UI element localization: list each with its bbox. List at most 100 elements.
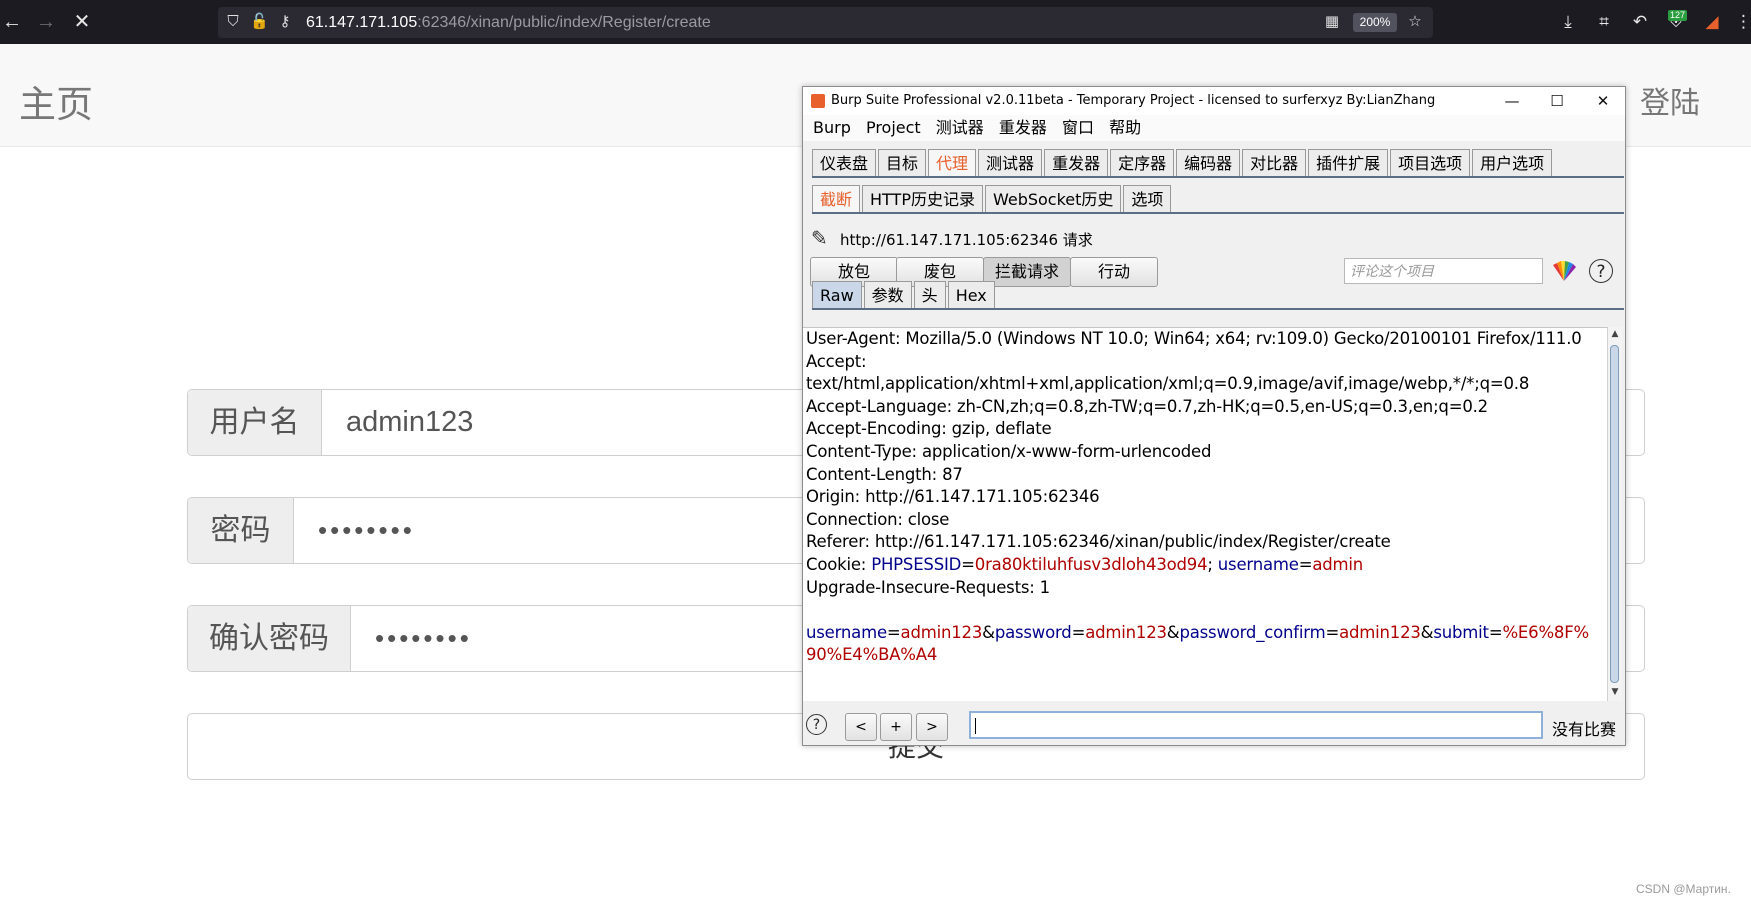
- match-count: 没有比赛: [1552, 720, 1617, 739]
- cookie-prefix: Cookie:: [806, 554, 872, 574]
- tab-dashboard[interactable]: 仪表盘: [812, 149, 877, 177]
- tab-headers[interactable]: 头: [913, 281, 946, 309]
- stop-loading-icon[interactable]: ✕: [70, 10, 94, 34]
- tab-project-options[interactable]: 项目选项: [1390, 149, 1471, 177]
- scroll-down-arrow-icon[interactable]: ▼: [1608, 687, 1622, 697]
- help-icon[interactable]: ?: [1589, 259, 1613, 283]
- main-tabs: 仪表盘 目标 代理 测试器 重发器 定序器 编码器 对比器 插件扩展 项目选项 …: [812, 149, 1554, 177]
- param-equals: =: [886, 622, 901, 642]
- download-icon[interactable]: ⤓: [1557, 11, 1579, 33]
- param-key: username: [806, 622, 887, 642]
- request-line: Accept:: [806, 351, 867, 371]
- request-line: Accept-Language: zh-CN,zh;q=0.8,zh-TW;q=…: [806, 396, 1488, 416]
- burp-suite-window: Burp Suite Professional v2.0.11beta - Te…: [802, 86, 1626, 746]
- request-line: text/html,application/xhtml+xml,applicat…: [806, 374, 1530, 394]
- share-back-icon[interactable]: ↶: [1629, 11, 1651, 33]
- menu-repeater[interactable]: 重发器: [999, 115, 1047, 141]
- param-value: %E6%8F%: [1502, 622, 1589, 642]
- search-bar: ? < + > 没有比赛: [803, 701, 1625, 745]
- crop-icon[interactable]: ⌗: [1593, 11, 1615, 33]
- highlight-color-icon[interactable]: [1551, 259, 1577, 283]
- message-view-tabs: Raw 参数 头 Hex: [812, 281, 997, 309]
- main-tabs-underline: [812, 176, 1624, 178]
- minimize-icon[interactable]: —: [1492, 89, 1532, 113]
- previous-match-button[interactable]: <: [845, 713, 877, 741]
- tab-proxy-options[interactable]: 选项: [1123, 185, 1172, 213]
- menu-window[interactable]: 窗口: [1062, 115, 1094, 141]
- param-value: admin123: [1085, 622, 1167, 642]
- param-equals: =: [1071, 622, 1086, 642]
- param-key: password: [994, 622, 1072, 642]
- tab-sequencer[interactable]: 定序器: [1110, 149, 1175, 177]
- scrollbar-thumb[interactable]: [1610, 345, 1619, 683]
- zoom-level-badge[interactable]: 200%: [1353, 13, 1397, 32]
- menu-intruder[interactable]: 测试器: [936, 115, 984, 141]
- param-equals: =: [1488, 622, 1503, 642]
- star-bookmark-icon[interactable]: ☆: [1406, 13, 1424, 31]
- lock-warning-icon[interactable]: 🔓: [250, 13, 269, 31]
- qr-code-icon[interactable]: ▦: [1323, 13, 1341, 31]
- editor-scrollbar[interactable]: ▲ ▼: [1607, 327, 1622, 701]
- burp-logo-icon: [811, 94, 825, 108]
- username-input[interactable]: admin123: [346, 390, 473, 455]
- tab-hex[interactable]: Hex: [947, 281, 995, 309]
- cookie-separator: ;: [1207, 554, 1218, 574]
- url-text[interactable]: 61.147.171.105:62346/xinan/public/index/…: [306, 13, 711, 32]
- key-icon[interactable]: ⚷: [276, 13, 294, 31]
- back-arrow-icon[interactable]: ←: [0, 10, 24, 34]
- burp-proxy-extension-icon[interactable]: ◢: [1701, 11, 1723, 33]
- more-extensions-icon[interactable]: ⋮: [1735, 11, 1751, 33]
- request-line: Connection: close: [806, 509, 950, 529]
- tab-http-history[interactable]: HTTP历史记录: [862, 185, 983, 213]
- confirm-password-input[interactable]: ••••••••: [375, 606, 472, 671]
- maximize-icon[interactable]: ☐: [1537, 89, 1577, 113]
- extension-badge: 127: [1668, 10, 1688, 21]
- tab-intercept[interactable]: 截断: [812, 185, 861, 213]
- request-line: User-Agent: Mozilla/5.0 (Windows NT 10.0…: [806, 329, 1582, 348]
- close-icon[interactable]: ✕: [1583, 89, 1623, 113]
- next-match-button[interactable]: >: [916, 713, 948, 741]
- param-value: admin123: [900, 622, 983, 642]
- tab-raw[interactable]: Raw: [812, 281, 862, 309]
- csdn-watermark: CSDN @Мартин.: [1636, 882, 1731, 896]
- search-options-button[interactable]: +: [880, 713, 912, 741]
- search-input[interactable]: [969, 711, 1543, 739]
- url-path: :62346/xinan/public/index/Register/creat…: [417, 14, 711, 31]
- param-key: submit: [1433, 622, 1489, 642]
- view-tabs-underline: [812, 308, 1624, 310]
- raw-request-editor[interactable]: User-Agent: Mozilla/5.0 (Windows NT 10.0…: [803, 327, 1607, 702]
- request-line: Content-Length: 87: [806, 464, 963, 484]
- scroll-up-arrow-icon[interactable]: ▲: [1608, 329, 1622, 339]
- body-line: username=admin123&password=admin123&pass…: [803, 622, 1607, 645]
- cookie-value: admin: [1312, 554, 1364, 574]
- shield-icon[interactable]: ⛉: [224, 13, 242, 31]
- address-bar[interactable]: ⛉ 🔓 ⚷ 61.147.171.105:62346/xinan/public/…: [218, 7, 1433, 38]
- menu-help[interactable]: 帮助: [1109, 115, 1141, 141]
- password-input[interactable]: ••••••••: [318, 498, 415, 563]
- tab-comparer[interactable]: 对比器: [1242, 149, 1307, 177]
- comment-input[interactable]: 评论这个项目: [1344, 258, 1543, 284]
- request-line: Content-Type: application/x-www-form-url…: [806, 441, 1212, 461]
- cookie-line: Cookie: PHPSESSID=0ra80ktiluhfusv3dloh43…: [803, 554, 1607, 577]
- action-button[interactable]: 行动: [1070, 257, 1158, 287]
- burp-menu-bar: Burp Project 测试器 重发器 窗口 帮助: [803, 115, 1625, 141]
- search-help-icon[interactable]: ?: [806, 714, 827, 735]
- tab-user-options[interactable]: 用户选项: [1472, 149, 1553, 177]
- tab-proxy[interactable]: 代理: [928, 149, 977, 177]
- param-key: password_confirm: [1179, 622, 1326, 642]
- cookie-value: 0ra80ktiluhfusv3dloh43od94: [974, 554, 1208, 574]
- home-link[interactable]: 主页: [19, 74, 93, 128]
- tab-websocket-history[interactable]: WebSocket历史: [984, 185, 1122, 213]
- tab-target[interactable]: 目标: [878, 149, 927, 177]
- tab-params[interactable]: 参数: [863, 281, 912, 309]
- tab-intruder[interactable]: 测试器: [978, 149, 1043, 177]
- login-link[interactable]: 登陆: [1640, 78, 1700, 122]
- menu-project[interactable]: Project: [866, 115, 921, 141]
- tab-repeater[interactable]: 重发器: [1044, 149, 1109, 177]
- tab-extender[interactable]: 插件扩展: [1308, 149, 1389, 177]
- request-line: Origin: http://61.147.171.105:62346: [806, 487, 1100, 507]
- param-equals: =: [1325, 622, 1340, 642]
- tab-decoder[interactable]: 编码器: [1176, 149, 1241, 177]
- menu-burp[interactable]: Burp: [813, 115, 851, 141]
- forward-arrow-icon[interactable]: →: [34, 10, 58, 34]
